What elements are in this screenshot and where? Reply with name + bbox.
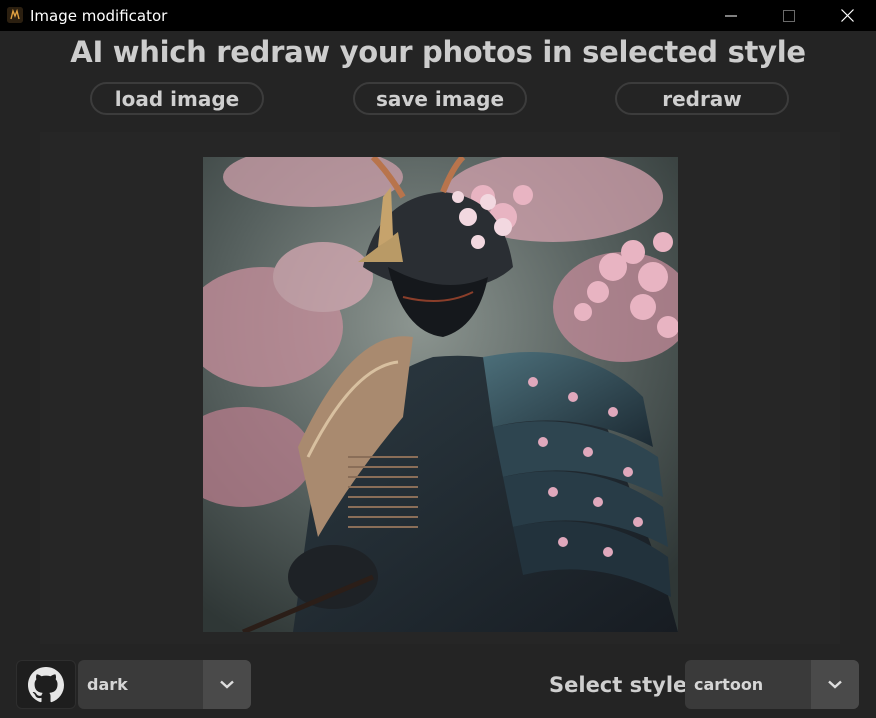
close-icon (840, 9, 854, 22)
preview-image (203, 157, 678, 632)
page-title: AI which redraw your photos in selected … (70, 35, 806, 69)
chevron-down-icon (828, 680, 842, 689)
close-button[interactable] (818, 0, 876, 31)
maximize-button[interactable] (760, 0, 818, 31)
github-icon (28, 666, 64, 702)
theme-dropdown[interactable]: dark (78, 660, 251, 709)
theme-dropdown-value: dark (87, 675, 128, 694)
app-icon (7, 7, 23, 23)
maximize-icon (783, 9, 795, 22)
redraw-button[interactable]: redraw (615, 82, 789, 115)
load-image-button[interactable]: load image (90, 82, 264, 115)
style-dropdown-value: cartoon (694, 675, 764, 694)
window-title: Image modificator (30, 7, 168, 25)
style-dropdown-arrow[interactable] (811, 660, 859, 709)
minimize-icon (725, 15, 737, 16)
save-image-button[interactable]: save image (353, 82, 527, 115)
style-dropdown[interactable]: cartoon (685, 660, 859, 709)
chevron-down-icon (220, 680, 234, 689)
window-titlebar: Image modificator (0, 0, 876, 31)
minimize-button[interactable] (702, 0, 760, 31)
select-style-label: Select style: (549, 673, 696, 697)
github-button[interactable] (16, 660, 76, 709)
theme-dropdown-arrow[interactable] (203, 660, 251, 709)
